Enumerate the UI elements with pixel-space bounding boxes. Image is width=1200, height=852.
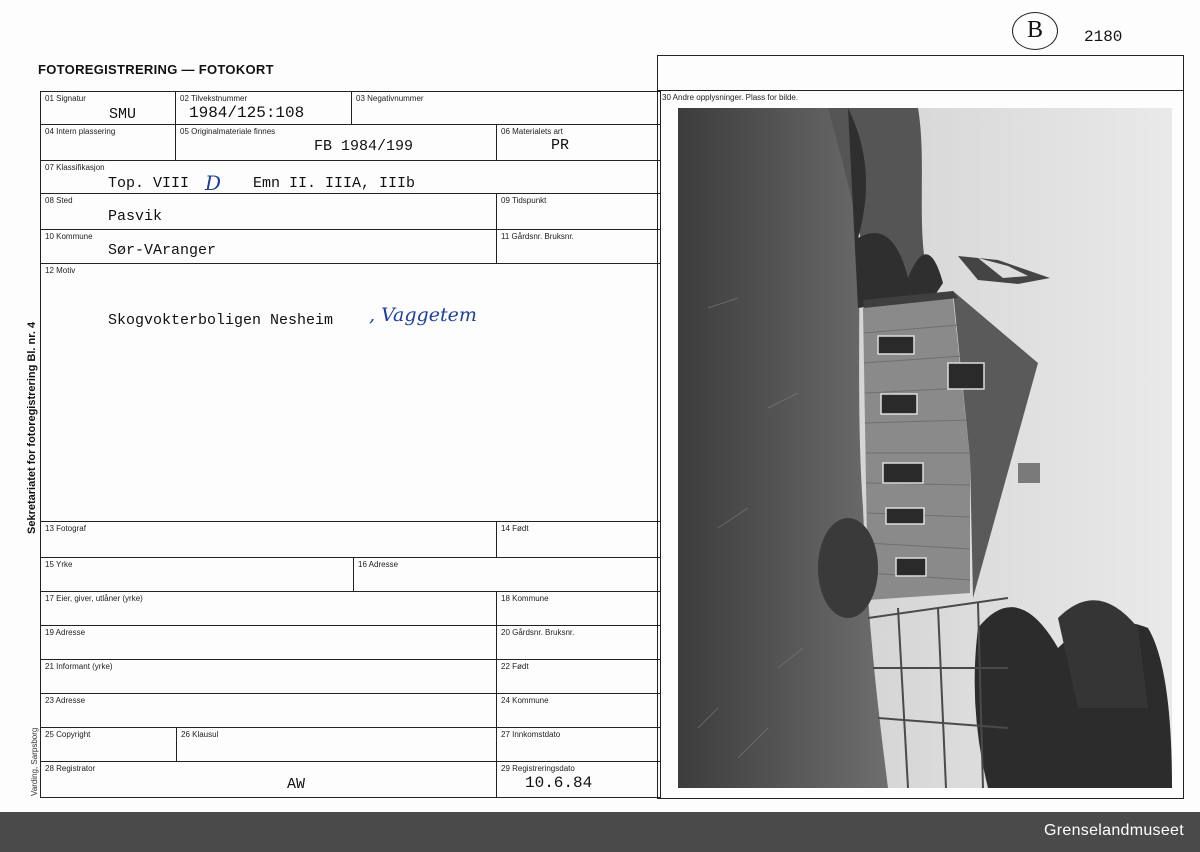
field-label: 16 Adresse: [358, 560, 399, 569]
footer-bar: Grenselandmuseet: [0, 812, 1200, 852]
field-sted: 08 Sted Pasvik: [41, 193, 497, 229]
field-fotograf-fodt: 14 Født: [497, 521, 661, 557]
field-klassifikasjon: 07 Klassifikasjon Top. VIII D Emn II. II…: [41, 160, 661, 195]
field-negativnummer: 03 Negativnummer: [352, 91, 661, 124]
field-innkomstdato: 27 Innkomstdato: [497, 727, 661, 761]
field-label: 19 Adresse: [45, 628, 86, 637]
field-label: 08 Sted: [45, 196, 73, 205]
field-materialets-art: 06 Materialets art PR: [497, 124, 661, 160]
field-label: 02 Tilvekstnummer: [180, 94, 248, 103]
field-eier-gardsnr: 20 Gårdsnr. Bruksnr.: [497, 625, 661, 659]
field-value-sted: Pasvik: [108, 208, 163, 225]
photo-registration-card: FOTOREGISTRERING — FOTOKORT B 2180 Sekre…: [0, 0, 1200, 812]
other-info-label: 30 Andre opplysninger. Plass for bilde.: [662, 93, 799, 102]
field-informant-adresse: 23 Adresse: [41, 693, 497, 727]
field-label: 12 Motiv: [45, 266, 76, 275]
field-klausul: 26 Klausul: [177, 727, 497, 761]
field-registrator: 28 Registrator AW: [41, 761, 497, 797]
field-value-materialets-art: PR: [551, 137, 570, 154]
field-informant-kommune: 24 Kommune: [497, 693, 661, 727]
field-label: 13 Fotograf: [45, 524, 86, 533]
field-tidspunkt: 09 Tidspunkt: [497, 193, 661, 229]
corner-handwritten-mark: B: [1012, 12, 1058, 50]
field-label: 03 Negativnummer: [356, 94, 424, 103]
side-title: Sekretariatet for fotoregistrering Bl. n…: [26, 321, 38, 534]
handwritten-classification-letter: D: [205, 171, 222, 195]
field-label: 04 Intern plassering: [45, 127, 116, 136]
field-label: 20 Gårdsnr. Bruksnr.: [501, 628, 575, 637]
field-label: 26 Klausul: [181, 730, 219, 739]
field-label: 29 Registreringsdato: [501, 764, 575, 773]
field-originalmateriale: 05 Originalmateriale finnes FB 1984/199: [176, 124, 497, 160]
field-label: 11 Gårdsnr. Bruksnr.: [501, 232, 574, 241]
card-title: FOTOREGISTRERING — FOTOKORT: [38, 62, 274, 77]
field-value-registreringsdato: 10.6.84: [525, 774, 593, 792]
field-label: 22 Født: [501, 662, 529, 671]
field-value-registrator: AW: [287, 776, 306, 793]
field-yrke: 15 Yrke: [41, 557, 354, 591]
field-label: 23 Adresse: [45, 696, 86, 705]
field-label: 24 Kommune: [501, 696, 549, 705]
field-registreringsdato: 29 Registreringsdato 10.6.84: [497, 761, 661, 797]
field-informant-fodt: 22 Født: [497, 659, 661, 693]
footer-museum-name: Grenselandmuseet: [1044, 822, 1184, 839]
field-kommune: 10 Kommune Sør-VAranger: [41, 229, 497, 263]
field-gardsnr: 11 Gårdsnr. Bruksnr.: [497, 229, 661, 263]
field-value-motiv: Skogvokterboligen Nesheim: [108, 312, 334, 329]
mounted-photograph: [678, 108, 1172, 788]
field-label: 05 Originalmateriale finnes: [180, 127, 276, 136]
field-label: 14 Født: [501, 524, 529, 533]
field-eier-kommune: 18 Kommune: [497, 591, 661, 625]
field-value-tilvekstnummer: 1984/125:108: [189, 104, 305, 122]
field-value-originalmateriale: FB 1984/199: [314, 138, 414, 155]
handwritten-motiv-addition: , Vaggetem: [369, 304, 477, 326]
field-value-klassifikasjon-top: Top. VIII: [108, 175, 190, 192]
field-copyright: 25 Copyright: [41, 727, 177, 761]
field-value-kommune: Sør-VAranger: [108, 242, 217, 259]
field-eier-adresse: 19 Adresse: [41, 625, 497, 659]
field-value-klassifikasjon-emn: Emn II. IIIA, IIIb: [253, 175, 416, 192]
field-label: 21 Informant (yrke): [45, 662, 113, 671]
field-motiv: 12 Motiv Skogvokterboligen Nesheim , Vag…: [41, 263, 661, 521]
field-label: 18 Kommune: [501, 594, 549, 603]
field-intern-plassering: 04 Intern plassering: [41, 124, 176, 160]
field-signatur: 01 Signatur SMU: [41, 91, 176, 124]
corner-number: 2180: [1084, 28, 1123, 46]
registration-form: 01 Signatur SMU 02 Tilvekstnummer 1984/1…: [40, 91, 661, 798]
field-eier: 17 Eier, giver, utlåner (yrke): [41, 591, 497, 625]
field-label: 01 Signatur: [45, 94, 86, 103]
field-label: 25 Copyright: [45, 730, 91, 739]
field-value-signatur: SMU: [109, 106, 137, 123]
field-label: 06 Materialets art: [501, 127, 563, 136]
field-label: 27 Innkomstdato: [501, 730, 561, 739]
field-informant: 21 Informant (yrke): [41, 659, 497, 693]
field-label: 15 Yrke: [45, 560, 73, 569]
field-fotograf-adresse: 16 Adresse: [354, 557, 661, 591]
field-tilvekstnummer: 02 Tilvekstnummer 1984/125:108: [176, 91, 352, 124]
field-label: 10 Kommune: [45, 232, 93, 241]
field-label: 07 Klassifikasjon: [45, 163, 105, 172]
field-label: 17 Eier, giver, utlåner (yrke): [45, 594, 143, 603]
right-header-box: [657, 55, 1184, 91]
field-fotograf: 13 Fotograf: [41, 521, 497, 557]
field-label: 09 Tidspunkt: [501, 196, 547, 205]
printer-imprint: Varding, Sarpsborg: [30, 727, 39, 796]
field-label: 28 Registrator: [45, 764, 96, 773]
